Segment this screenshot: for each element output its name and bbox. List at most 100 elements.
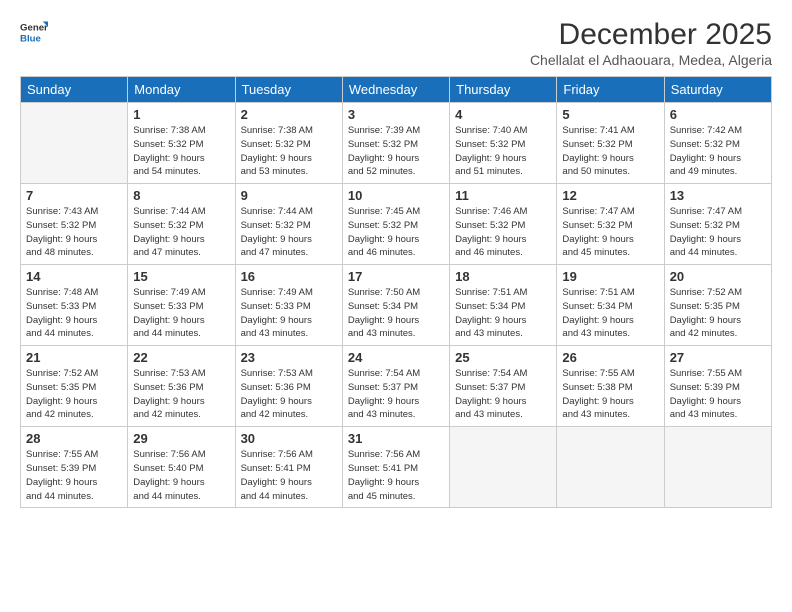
day-info: Sunrise: 7:46 AM Sunset: 5:32 PM Dayligh… bbox=[455, 205, 551, 260]
day-number: 30 bbox=[241, 431, 337, 446]
day-info: Sunrise: 7:52 AM Sunset: 5:35 PM Dayligh… bbox=[26, 367, 122, 422]
calendar-cell: 3 Sunrise: 7:39 AM Sunset: 5:32 PM Daylig… bbox=[342, 103, 449, 184]
day-number: 8 bbox=[133, 188, 229, 203]
day-info: Sunrise: 7:38 AM Sunset: 5:32 PM Dayligh… bbox=[133, 124, 229, 179]
day-number: 31 bbox=[348, 431, 444, 446]
day-info: Sunrise: 7:44 AM Sunset: 5:32 PM Dayligh… bbox=[241, 205, 337, 260]
calendar-table: Sunday Monday Tuesday Wednesday Thursday… bbox=[20, 76, 772, 508]
calendar-cell: 10 Sunrise: 7:45 AM Sunset: 5:32 PM Dayli… bbox=[342, 184, 449, 265]
calendar-cell: 4 Sunrise: 7:40 AM Sunset: 5:32 PM Daylig… bbox=[450, 103, 557, 184]
calendar-cell: 20 Sunrise: 7:52 AM Sunset: 5:35 PM Dayli… bbox=[664, 265, 771, 346]
day-number: 21 bbox=[26, 350, 122, 365]
week-row-2: 14 Sunrise: 7:48 AM Sunset: 5:33 PM Dayli… bbox=[21, 265, 772, 346]
day-info: Sunrise: 7:56 AM Sunset: 5:41 PM Dayligh… bbox=[241, 448, 337, 503]
day-number: 4 bbox=[455, 107, 551, 122]
day-info: Sunrise: 7:55 AM Sunset: 5:38 PM Dayligh… bbox=[562, 367, 658, 422]
calendar-cell: 21 Sunrise: 7:52 AM Sunset: 5:35 PM Dayli… bbox=[21, 346, 128, 427]
calendar-cell: 2 Sunrise: 7:38 AM Sunset: 5:32 PM Daylig… bbox=[235, 103, 342, 184]
title-block: December 2025 Chellalat el Adhaouara, Me… bbox=[530, 18, 772, 68]
calendar-page: General Blue December 2025 Chellalat el … bbox=[0, 0, 792, 612]
day-info: Sunrise: 7:56 AM Sunset: 5:40 PM Dayligh… bbox=[133, 448, 229, 503]
subtitle: Chellalat el Adhaouara, Medea, Algeria bbox=[530, 52, 772, 68]
day-info: Sunrise: 7:40 AM Sunset: 5:32 PM Dayligh… bbox=[455, 124, 551, 179]
calendar-cell: 7 Sunrise: 7:43 AM Sunset: 5:32 PM Daylig… bbox=[21, 184, 128, 265]
calendar-cell: 16 Sunrise: 7:49 AM Sunset: 5:33 PM Dayli… bbox=[235, 265, 342, 346]
day-number: 7 bbox=[26, 188, 122, 203]
day-info: Sunrise: 7:49 AM Sunset: 5:33 PM Dayligh… bbox=[241, 286, 337, 341]
col-friday: Friday bbox=[557, 77, 664, 103]
week-row-4: 28 Sunrise: 7:55 AM Sunset: 5:39 PM Dayli… bbox=[21, 427, 772, 508]
header: General Blue December 2025 Chellalat el … bbox=[20, 18, 772, 68]
day-number: 22 bbox=[133, 350, 229, 365]
week-row-1: 7 Sunrise: 7:43 AM Sunset: 5:32 PM Daylig… bbox=[21, 184, 772, 265]
day-number: 12 bbox=[562, 188, 658, 203]
day-number: 27 bbox=[670, 350, 766, 365]
day-info: Sunrise: 7:44 AM Sunset: 5:32 PM Dayligh… bbox=[133, 205, 229, 260]
day-number: 14 bbox=[26, 269, 122, 284]
day-number: 5 bbox=[562, 107, 658, 122]
header-row: Sunday Monday Tuesday Wednesday Thursday… bbox=[21, 77, 772, 103]
svg-text:Blue: Blue bbox=[20, 34, 41, 45]
logo-icon: General Blue bbox=[20, 18, 48, 46]
day-number: 28 bbox=[26, 431, 122, 446]
day-info: Sunrise: 7:41 AM Sunset: 5:32 PM Dayligh… bbox=[562, 124, 658, 179]
calendar-cell: 5 Sunrise: 7:41 AM Sunset: 5:32 PM Daylig… bbox=[557, 103, 664, 184]
day-info: Sunrise: 7:55 AM Sunset: 5:39 PM Dayligh… bbox=[26, 448, 122, 503]
calendar-cell: 31 Sunrise: 7:56 AM Sunset: 5:41 PM Dayli… bbox=[342, 427, 449, 508]
day-number: 19 bbox=[562, 269, 658, 284]
calendar-cell bbox=[557, 427, 664, 508]
calendar-cell: 24 Sunrise: 7:54 AM Sunset: 5:37 PM Dayli… bbox=[342, 346, 449, 427]
calendar-cell: 19 Sunrise: 7:51 AM Sunset: 5:34 PM Dayli… bbox=[557, 265, 664, 346]
col-monday: Monday bbox=[128, 77, 235, 103]
day-info: Sunrise: 7:39 AM Sunset: 5:32 PM Dayligh… bbox=[348, 124, 444, 179]
col-saturday: Saturday bbox=[664, 77, 771, 103]
day-number: 24 bbox=[348, 350, 444, 365]
calendar-cell: 18Sunrise: 7:51 AM Sunset: 5:34 PM Dayli… bbox=[450, 265, 557, 346]
day-number: 15 bbox=[133, 269, 229, 284]
day-number: 17 bbox=[348, 269, 444, 284]
calendar-cell: 25Sunrise: 7:54 AM Sunset: 5:37 PM Dayli… bbox=[450, 346, 557, 427]
day-number: 16 bbox=[241, 269, 337, 284]
day-info: Sunrise: 7:45 AM Sunset: 5:32 PM Dayligh… bbox=[348, 205, 444, 260]
calendar-cell: 6 Sunrise: 7:42 AM Sunset: 5:32 PM Daylig… bbox=[664, 103, 771, 184]
calendar-cell: 22 Sunrise: 7:53 AM Sunset: 5:36 PM Dayli… bbox=[128, 346, 235, 427]
day-info: Sunrise: 7:38 AM Sunset: 5:32 PM Dayligh… bbox=[241, 124, 337, 179]
calendar-cell: 15 Sunrise: 7:49 AM Sunset: 5:33 PM Dayli… bbox=[128, 265, 235, 346]
day-number: 9 bbox=[241, 188, 337, 203]
calendar-cell: 13Sunrise: 7:47 AM Sunset: 5:32 PM Dayli… bbox=[664, 184, 771, 265]
calendar-cell bbox=[664, 427, 771, 508]
day-info: Sunrise: 7:54 AM Sunset: 5:37 PM Dayligh… bbox=[348, 367, 444, 422]
day-number: 23 bbox=[241, 350, 337, 365]
day-info: Sunrise: 7:53 AM Sunset: 5:36 PM Dayligh… bbox=[241, 367, 337, 422]
day-info: Sunrise: 7:53 AM Sunset: 5:36 PM Dayligh… bbox=[133, 367, 229, 422]
day-number: 11 bbox=[455, 188, 551, 203]
day-info: Sunrise: 7:42 AM Sunset: 5:32 PM Dayligh… bbox=[670, 124, 766, 179]
calendar-cell bbox=[450, 427, 557, 508]
calendar-cell: 29 Sunrise: 7:56 AM Sunset: 5:40 PM Dayli… bbox=[128, 427, 235, 508]
calendar-cell: 26Sunrise: 7:55 AM Sunset: 5:38 PM Dayli… bbox=[557, 346, 664, 427]
day-info: Sunrise: 7:47 AM Sunset: 5:32 PM Dayligh… bbox=[562, 205, 658, 260]
calendar-cell: 17Sunrise: 7:50 AM Sunset: 5:34 PM Dayli… bbox=[342, 265, 449, 346]
day-number: 6 bbox=[670, 107, 766, 122]
day-number: 3 bbox=[348, 107, 444, 122]
calendar-cell: 8 Sunrise: 7:44 AM Sunset: 5:32 PM Daylig… bbox=[128, 184, 235, 265]
week-row-3: 21 Sunrise: 7:52 AM Sunset: 5:35 PM Dayli… bbox=[21, 346, 772, 427]
day-number: 25 bbox=[455, 350, 551, 365]
day-number: 20 bbox=[670, 269, 766, 284]
day-info: Sunrise: 7:43 AM Sunset: 5:32 PM Dayligh… bbox=[26, 205, 122, 260]
col-thursday: Thursday bbox=[450, 77, 557, 103]
day-info: Sunrise: 7:49 AM Sunset: 5:33 PM Dayligh… bbox=[133, 286, 229, 341]
day-info: Sunrise: 7:51 AM Sunset: 5:34 PM Dayligh… bbox=[562, 286, 658, 341]
calendar-cell: 30 Sunrise: 7:56 AM Sunset: 5:41 PM Dayli… bbox=[235, 427, 342, 508]
day-info: Sunrise: 7:48 AM Sunset: 5:33 PM Dayligh… bbox=[26, 286, 122, 341]
calendar-cell: 27Sunrise: 7:55 AM Sunset: 5:39 PM Dayli… bbox=[664, 346, 771, 427]
day-number: 2 bbox=[241, 107, 337, 122]
calendar-cell bbox=[21, 103, 128, 184]
day-info: Sunrise: 7:52 AM Sunset: 5:35 PM Dayligh… bbox=[670, 286, 766, 341]
day-number: 10 bbox=[348, 188, 444, 203]
day-info: Sunrise: 7:56 AM Sunset: 5:41 PM Dayligh… bbox=[348, 448, 444, 503]
calendar-cell: 28 Sunrise: 7:55 AM Sunset: 5:39 PM Dayli… bbox=[21, 427, 128, 508]
calendar-cell: 9 Sunrise: 7:44 AM Sunset: 5:32 PM Daylig… bbox=[235, 184, 342, 265]
calendar-cell: 12 Sunrise: 7:47 AM Sunset: 5:32 PM Dayli… bbox=[557, 184, 664, 265]
day-number: 29 bbox=[133, 431, 229, 446]
